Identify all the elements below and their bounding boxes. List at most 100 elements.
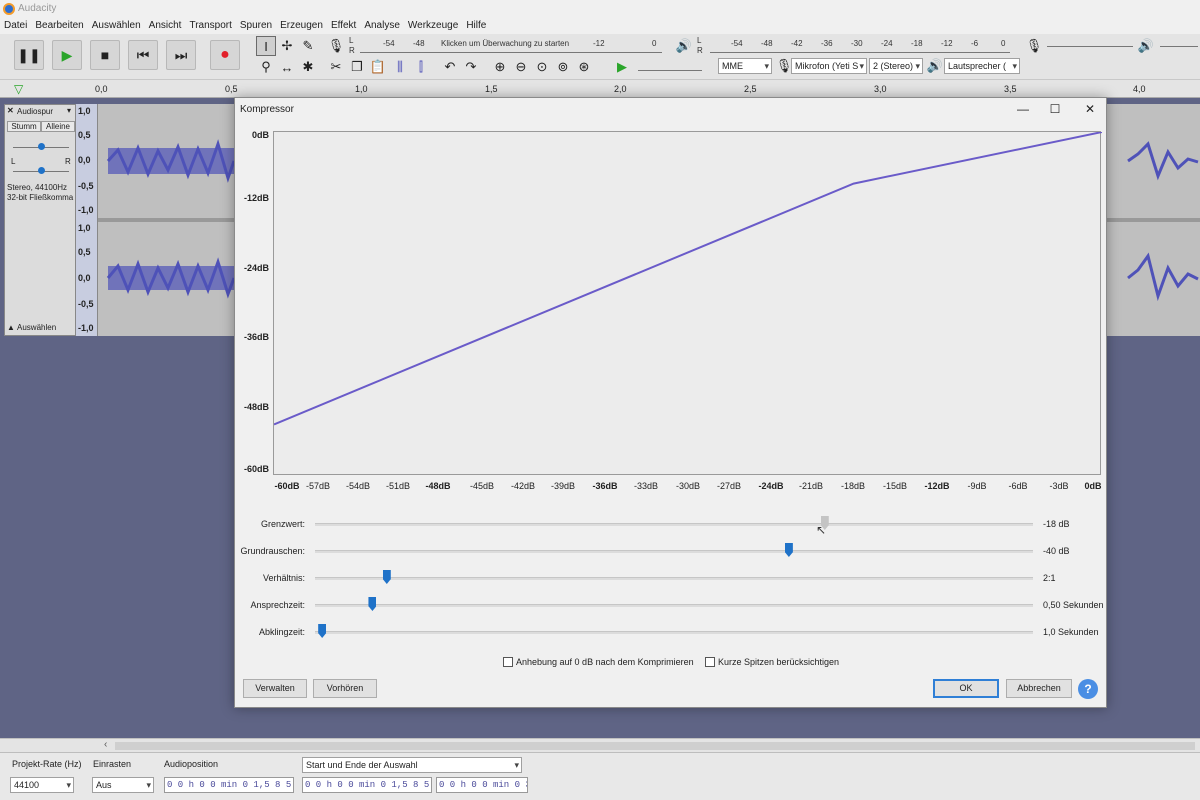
horizontal-scrollbar[interactable]: ‹ <box>0 738 1200 752</box>
playback-volume-slider[interactable] <box>1160 46 1198 47</box>
playback-meter-button[interactable]: 🔊 <box>674 36 694 56</box>
ok-button[interactable]: OK <box>933 679 999 698</box>
menu-bearbeiten[interactable]: Bearbeiten <box>31 18 87 34</box>
mute-button[interactable]: Stumm <box>7 121 41 132</box>
ratio-slider[interactable] <box>315 577 1033 580</box>
close-track-icon[interactable]: ✕ <box>7 106 14 115</box>
menu-erzeugen[interactable]: Erzeugen <box>276 18 327 34</box>
help-button[interactable]: ? <box>1078 679 1098 699</box>
redo-icon: ↷ <box>465 59 477 74</box>
timeshift-tool[interactable]: ↔ <box>277 57 297 77</box>
selection-toolbar: Projekt-Rate (Hz) 44100 Einrasten Aus Au… <box>0 752 1200 800</box>
record-meter-mic-button[interactable]: 🎙 <box>326 36 346 56</box>
selection-mode-select[interactable]: Start und Ende der Auswahl <box>302 757 522 773</box>
snap-select[interactable]: Aus <box>92 777 154 793</box>
selection-end-field[interactable]: 0 0 h 0 0 min 0 3,3 3 <box>436 777 528 793</box>
release-time-slider-thumb[interactable] <box>318 624 327 638</box>
playback-volume-icon: 🔊 <box>1136 36 1156 56</box>
silence-button[interactable]: ⫿ <box>411 57 431 77</box>
menu-auswaehlen[interactable]: Auswählen <box>88 18 145 34</box>
skip-end-button[interactable]: ⏭ <box>166 40 196 70</box>
undo-button[interactable]: ↶ <box>440 57 460 77</box>
manage-button[interactable]: Verwalten <box>243 679 307 698</box>
scroll-left-icon[interactable]: ‹ <box>104 739 107 750</box>
x-axis-label: -45dB <box>469 481 495 491</box>
preview-button[interactable]: Vorhören <box>313 679 377 698</box>
play-meter-tick: -30 <box>851 39 863 48</box>
menu-analyse[interactable]: Analyse <box>360 18 404 34</box>
close-icon[interactable]: ✕ <box>1080 101 1100 117</box>
attack-time-slider[interactable] <box>315 604 1033 607</box>
checkbox-box[interactable] <box>705 657 715 667</box>
cancel-button[interactable]: Abbrechen <box>1006 679 1072 698</box>
stop-button[interactable]: ■ <box>90 40 120 70</box>
audio-position-field[interactable]: 0 0 h 0 0 min 0 1,5 8 5 sec <box>164 777 294 793</box>
input-channels-select[interactable]: 2 (Stereo) <box>869 58 923 74</box>
menu-transport[interactable]: Transport <box>185 18 235 34</box>
menu-spuren[interactable]: Spuren <box>236 18 276 34</box>
play-speed-slider[interactable] <box>638 70 702 71</box>
trim-button[interactable]: ⫼ <box>390 57 410 77</box>
meter-start-hint[interactable]: Klicken um Überwachung zu starten <box>441 39 569 48</box>
record-button[interactable]: ● <box>210 40 240 70</box>
menu-werkzeuge[interactable]: Werkzeuge <box>404 18 462 34</box>
attack-time-slider-thumb[interactable] <box>368 597 377 611</box>
ratio-slider-thumb[interactable] <box>382 570 391 584</box>
silence-audio-icon: ⫿ <box>418 59 424 74</box>
minimize-icon[interactable]: — <box>1013 101 1033 117</box>
menu-hilfe[interactable]: Hilfe <box>462 18 490 34</box>
timeline-pin-icon[interactable]: ▽ <box>14 82 23 96</box>
peaks-checkbox[interactable]: Kurze Spitzen berücksichtigen <box>705 657 839 667</box>
skip-start-button[interactable]: ⏮ <box>128 40 158 70</box>
zoom-in-button[interactable]: ⊕ <box>490 57 510 77</box>
paste-button[interactable]: 📋 <box>368 57 388 77</box>
play-button[interactable]: ▶ <box>52 40 82 70</box>
makeup-gain-checkbox[interactable]: Anhebung auf 0 dB nach dem Komprimieren <box>503 657 694 667</box>
selection-start-field[interactable]: 0 0 h 0 0 min 0 1,5 8 5 sec <box>302 777 432 793</box>
gain-slider-thumb[interactable] <box>38 143 45 150</box>
menu-effekt[interactable]: Effekt <box>327 18 360 34</box>
noise-floor-slider-thumb[interactable] <box>784 543 793 557</box>
track-menu-chevron-icon[interactable]: ▾ <box>67 106 71 115</box>
fit-project-button[interactable]: ⊚ <box>553 57 573 77</box>
menu-bar: Datei Bearbeiten Auswählen Ansicht Transport… <box>0 18 1200 34</box>
collapse-arrow-icon[interactable]: ▲ <box>7 323 15 332</box>
release-time-slider[interactable] <box>315 631 1033 634</box>
project-rate-select[interactable]: 44100 <box>10 777 74 793</box>
record-meter-bar[interactable] <box>360 52 662 53</box>
menu-ansicht[interactable]: Ansicht <box>145 18 186 34</box>
checkbox-box[interactable] <box>503 657 513 667</box>
pan-slider-thumb[interactable] <box>38 167 45 174</box>
multi-tool[interactable]: ✱ <box>298 57 318 77</box>
audio-host-select[interactable]: MME <box>718 58 772 74</box>
redo-button[interactable]: ↷ <box>461 57 481 77</box>
play-at-speed-button[interactable]: ▶ <box>612 57 632 77</box>
pencil-icon: ✎ <box>302 38 314 53</box>
zoom-tool[interactable]: ⚲ <box>256 57 276 77</box>
recording-volume-slider[interactable] <box>1047 46 1133 47</box>
fit-selection-button[interactable]: ⊙ <box>532 57 552 77</box>
selection-tool[interactable]: I <box>256 36 276 56</box>
track-name[interactable]: Audiospur <box>17 107 53 116</box>
noise-floor-slider[interactable] <box>315 550 1033 553</box>
draw-tool[interactable]: ✎ <box>298 36 318 56</box>
track-select-button[interactable]: Auswählen <box>17 323 56 332</box>
envelope-tool[interactable]: ✢ <box>277 36 297 56</box>
solo-button[interactable]: Alleine <box>41 121 75 132</box>
pause-button[interactable]: ❚❚ <box>14 40 44 70</box>
scale-label: 1,0 <box>78 106 91 116</box>
maximize-icon[interactable]: ☐ <box>1045 101 1065 117</box>
threshold-slider[interactable] <box>315 523 1033 526</box>
scale-label: -0,5 <box>78 299 94 309</box>
amplitude-scale[interactable]: 1,0 0,5 0,0 -0,5 -1,0 1,0 0,5 0,0 -0,5 -… <box>76 104 98 336</box>
copy-button[interactable]: ❐ <box>347 57 367 77</box>
scrollbar-thumb[interactable] <box>115 742 1195 750</box>
output-device-select[interactable]: Lautsprecher ( <box>944 58 1020 74</box>
menu-datei[interactable]: Datei <box>0 18 31 34</box>
input-device-select[interactable]: Mikrofon (Yeti S <box>791 58 867 74</box>
playback-meter-bar[interactable] <box>710 52 1010 53</box>
timeline-ruler[interactable]: ▽ 0,0 0,5 1,0 1,5 2,0 2,5 3,0 3,5 4,0 <box>0 80 1200 98</box>
cut-button[interactable]: ✂ <box>326 57 346 77</box>
zoom-out-button[interactable]: ⊖ <box>511 57 531 77</box>
zoom-toggle-button[interactable]: ⊛ <box>574 57 594 77</box>
